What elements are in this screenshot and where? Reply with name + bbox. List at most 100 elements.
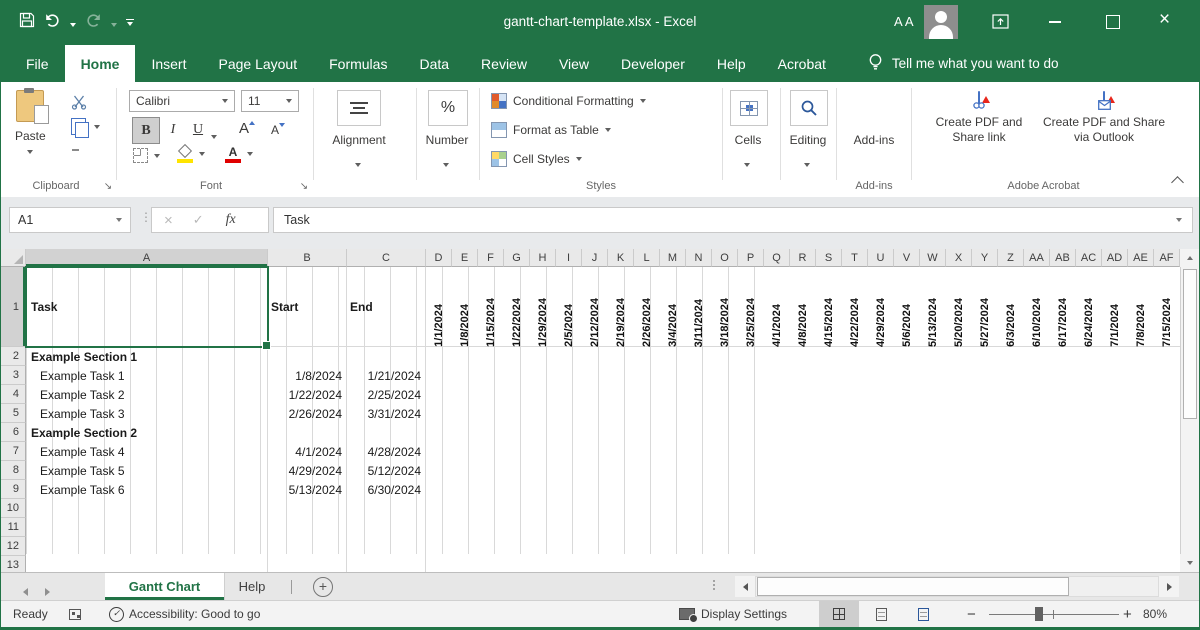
date-header-cell[interactable]: 3/11/2024: [686, 267, 712, 347]
close-button[interactable]: ×: [1159, 9, 1170, 31]
date-header-cell[interactable]: 3/4/2024: [660, 267, 686, 347]
ribbon-tab-home[interactable]: Home: [65, 45, 136, 82]
cell-styles-button[interactable]: Cell Styles: [491, 149, 582, 169]
accessibility-status[interactable]: Accessibility: Good to go: [129, 601, 260, 627]
column-header-f[interactable]: F: [478, 249, 504, 267]
date-header-cell[interactable]: 2/5/2024: [556, 267, 582, 347]
alignment-dropdown-icon[interactable]: [355, 156, 361, 170]
formula-input[interactable]: Task: [273, 207, 1193, 233]
column-header-q[interactable]: Q: [764, 249, 790, 267]
row-header-8[interactable]: 8: [1, 461, 26, 480]
zoom-out-button[interactable]: −: [967, 601, 976, 627]
ribbon-tab-review[interactable]: Review: [465, 45, 543, 82]
row-header-4[interactable]: 4: [1, 385, 26, 404]
row-header-5[interactable]: 5: [1, 404, 26, 423]
start-cell-row8[interactable]: 4/29/2024: [268, 461, 347, 480]
view-page-layout-button[interactable]: [861, 601, 901, 627]
end-cell-row8[interactable]: 5/12/2024: [347, 461, 426, 480]
start-cell-row7[interactable]: 4/1/2024: [268, 442, 347, 461]
column-header-ad[interactable]: AD: [1102, 249, 1128, 267]
zoom-slider-thumb[interactable]: [1035, 607, 1043, 621]
date-header-cell[interactable]: 4/29/2024: [868, 267, 894, 347]
row-header-10[interactable]: 10: [1, 499, 26, 518]
date-header-cell[interactable]: 5/6/2024: [894, 267, 920, 347]
column-header-b[interactable]: B: [268, 249, 347, 267]
column-header-v[interactable]: V: [894, 249, 920, 267]
task-cell-row4[interactable]: Example Task 2: [26, 385, 268, 404]
add-ins-button[interactable]: Add-ins: [844, 133, 904, 147]
date-header-cell[interactable]: 1/8/2024: [452, 267, 478, 347]
vscroll-thumb[interactable]: [1183, 269, 1197, 419]
date-header-cell[interactable]: 5/13/2024: [920, 267, 946, 347]
font-size-combo[interactable]: 11: [241, 90, 299, 112]
cell-c1-end[interactable]: End: [347, 267, 426, 347]
font-color-button[interactable]: A: [225, 145, 253, 163]
column-header-af[interactable]: AF: [1154, 249, 1180, 267]
zoom-slider-track[interactable]: [989, 614, 1119, 615]
date-header-cell[interactable]: 7/15/2024: [1154, 267, 1180, 347]
column-header-n[interactable]: N: [686, 249, 712, 267]
start-cell-row3[interactable]: 1/8/2024: [268, 366, 347, 385]
ribbon-tab-page-layout[interactable]: Page Layout: [202, 45, 313, 82]
column-header-s[interactable]: S: [816, 249, 842, 267]
editing-icon[interactable]: [790, 90, 828, 126]
date-header-cell[interactable]: 6/17/2024: [1050, 267, 1076, 347]
view-page-break-button[interactable]: [903, 601, 943, 627]
column-header-o[interactable]: O: [712, 249, 738, 267]
paste-button[interactable]: Paste: [15, 90, 46, 157]
date-header-cell[interactable]: 7/1/2024: [1102, 267, 1128, 347]
format-as-table-button[interactable]: Format as Table: [491, 120, 611, 140]
cancel-icon[interactable]: ×: [164, 212, 173, 229]
sheet-nav-right-icon[interactable]: [45, 583, 50, 601]
ribbon-tab-formulas[interactable]: Formulas: [313, 45, 403, 82]
fill-color-button[interactable]: [177, 145, 205, 163]
column-header-h[interactable]: H: [530, 249, 556, 267]
column-header-a[interactable]: A: [26, 249, 268, 267]
increase-font-button[interactable]: A: [239, 120, 255, 137]
task-cell-row8[interactable]: Example Task 5: [26, 461, 268, 480]
date-header-cell[interactable]: 1/22/2024: [504, 267, 530, 347]
end-cell-row3[interactable]: 1/21/2024: [347, 366, 426, 385]
cells-button[interactable]: Cells: [718, 133, 778, 147]
task-cell-row9[interactable]: Example Task 6: [26, 480, 268, 499]
new-sheet-button[interactable]: +: [313, 577, 333, 597]
end-cell-row4[interactable]: 2/25/2024: [347, 385, 426, 404]
row-header-11[interactable]: 11: [1, 518, 26, 537]
date-header-cell[interactable]: 6/3/2024: [998, 267, 1024, 347]
column-header-e[interactable]: E: [452, 249, 478, 267]
date-header-cell[interactable]: 7/8/2024: [1128, 267, 1154, 347]
end-cell-row5[interactable]: 3/31/2024: [347, 404, 426, 423]
create-pdf-share-outlook-button[interactable]: Create PDF and Share via Outlook: [1041, 92, 1167, 145]
date-header-cell[interactable]: 6/10/2024: [1024, 267, 1050, 347]
select-all-button[interactable]: [1, 249, 26, 267]
column-header-x[interactable]: X: [946, 249, 972, 267]
font-dialog-launcher[interactable]: ↘: [298, 181, 310, 193]
date-header-cell[interactable]: 4/22/2024: [842, 267, 868, 347]
date-header-cell[interactable]: 4/15/2024: [816, 267, 842, 347]
row-header-2[interactable]: 2: [1, 347, 26, 366]
macro-record-icon[interactable]: [69, 601, 81, 627]
alignment-icon[interactable]: [337, 90, 381, 126]
create-pdf-share-link-button[interactable]: Create PDF and Share link: [923, 92, 1035, 145]
column-header-y[interactable]: Y: [972, 249, 998, 267]
italic-button[interactable]: I: [162, 117, 184, 142]
ribbon-tab-view[interactable]: View: [543, 45, 605, 82]
row-header-13[interactable]: 13: [1, 556, 26, 572]
column-header-c[interactable]: C: [347, 249, 426, 267]
column-header-ae[interactable]: AE: [1128, 249, 1154, 267]
date-header-cell[interactable]: 5/20/2024: [946, 267, 972, 347]
ribbon-tab-help[interactable]: Help: [701, 45, 762, 82]
date-header-cell[interactable]: 1/29/2024: [530, 267, 556, 347]
decrease-font-button[interactable]: A: [271, 123, 285, 137]
column-header-m[interactable]: M: [660, 249, 686, 267]
ribbon-tab-data[interactable]: Data: [403, 45, 465, 82]
number-format-icon[interactable]: %: [428, 90, 468, 126]
number-dropdown-icon[interactable]: [443, 156, 449, 170]
column-header-t[interactable]: T: [842, 249, 868, 267]
alignment-button[interactable]: Alignment: [317, 133, 401, 147]
display-settings-button[interactable]: Display Settings: [701, 601, 787, 627]
hscroll-left-icon[interactable]: [735, 576, 755, 597]
cells-icon[interactable]: [730, 90, 768, 126]
ribbon-tab-developer[interactable]: Developer: [605, 45, 701, 82]
font-name-combo[interactable]: Calibri: [129, 90, 235, 112]
